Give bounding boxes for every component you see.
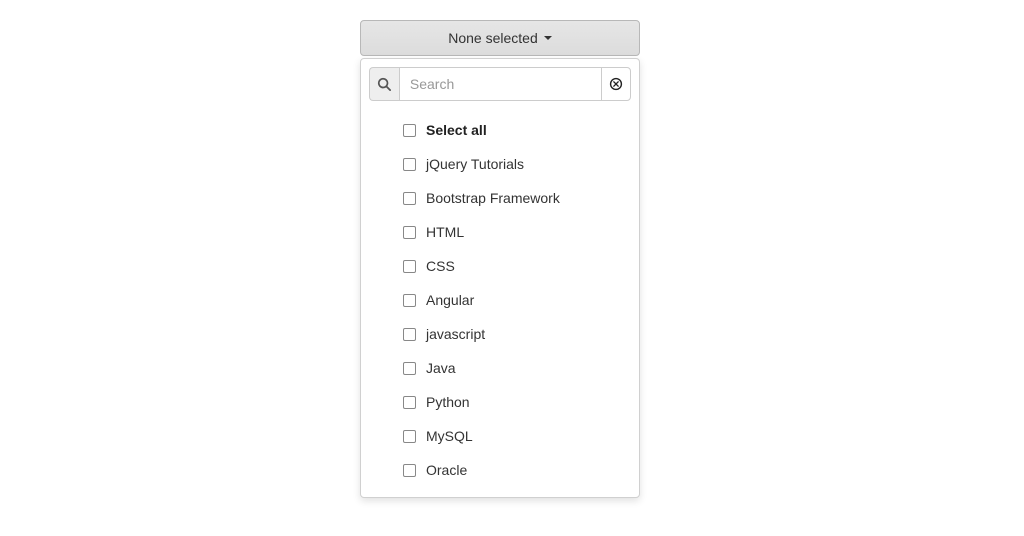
list-item[interactable]: MySQL [369,419,631,453]
option-label: Oracle [426,462,467,478]
option-label: MySQL [426,428,473,444]
close-circle-icon [609,77,623,91]
option-label: HTML [426,224,464,240]
option-label: CSS [426,258,455,274]
list-item[interactable]: Bootstrap Framework [369,181,631,215]
option-label: jQuery Tutorials [426,156,524,172]
checkbox-icon [403,158,416,171]
list-item[interactable]: Python [369,385,631,419]
multiselect-dropdown: None selected Select [360,20,640,498]
list-item[interactable]: HTML [369,215,631,249]
checkbox-icon [403,226,416,239]
checkbox-icon [403,464,416,477]
select-all-label: Select all [426,122,487,138]
select-all-option[interactable]: Select all [369,113,631,147]
option-label: javascript [426,326,485,342]
checkbox-icon [403,430,416,443]
option-list: Select all jQuery Tutorials Bootstrap Fr… [369,109,631,489]
option-label: Python [426,394,470,410]
checkbox-icon [403,124,416,137]
option-label: Angular [426,292,474,308]
list-item[interactable]: Java [369,351,631,385]
search-input[interactable] [399,67,601,101]
list-item[interactable]: jQuery Tutorials [369,147,631,181]
dropdown-button-label: None selected [448,30,538,46]
option-label: Java [426,360,456,376]
list-item[interactable]: Oracle [369,453,631,487]
dropdown-panel: Select all jQuery Tutorials Bootstrap Fr… [360,58,640,498]
option-label: Bootstrap Framework [426,190,560,206]
checkbox-icon [403,192,416,205]
list-item[interactable]: CSS [369,249,631,283]
search-row [369,67,631,101]
checkbox-icon [403,362,416,375]
checkbox-icon [403,328,416,341]
checkbox-icon [403,396,416,409]
list-item[interactable]: Angular [369,283,631,317]
clear-search-button[interactable] [601,67,631,101]
checkbox-icon [403,294,416,307]
checkbox-icon [403,260,416,273]
search-icon [369,67,399,101]
caret-down-icon [544,36,552,40]
list-item[interactable]: javascript [369,317,631,351]
dropdown-toggle-button[interactable]: None selected [360,20,640,56]
